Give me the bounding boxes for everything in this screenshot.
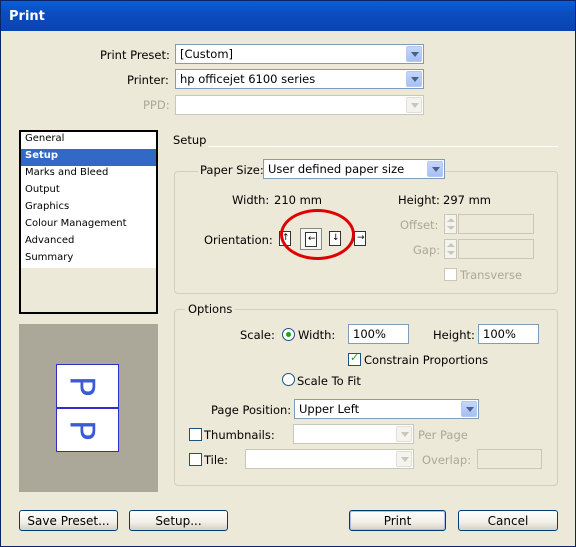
- category-marks-and-bleed[interactable]: Marks and Bleed: [21, 166, 156, 183]
- chevron-down-icon[interactable]: [461, 401, 477, 417]
- preview-letter: P: [61, 419, 102, 441]
- thumbnails-checkbox[interactable]: [189, 428, 202, 441]
- section-divider: [208, 146, 558, 147]
- reverse-landscape-orientation-icon[interactable]: →: [353, 230, 369, 248]
- tile-select[interactable]: [245, 449, 414, 469]
- setup-section-title: Setup: [173, 133, 207, 147]
- page-position-select[interactable]: Upper Left: [294, 399, 479, 419]
- offset-input[interactable]: [458, 214, 534, 234]
- page-preview: P P: [19, 324, 158, 492]
- category-general[interactable]: General: [21, 132, 156, 149]
- chevron-down-icon[interactable]: [406, 71, 422, 87]
- scale-height-label: Height:: [433, 328, 475, 342]
- overlap-input[interactable]: [477, 449, 542, 469]
- chevron-down-icon[interactable]: [406, 97, 422, 113]
- transverse-checkbox[interactable]: [444, 268, 457, 281]
- print-button[interactable]: Print: [349, 510, 446, 531]
- paper-size-label: Paper Size:: [198, 163, 266, 177]
- window-title: Print: [9, 9, 45, 24]
- options-title: Options: [185, 302, 236, 316]
- title-bar[interactable]: Print: [1, 1, 575, 31]
- preview-letter: P: [61, 375, 102, 397]
- paper-width-value: 210 mm: [274, 193, 323, 207]
- thumbnails-select[interactable]: [293, 424, 414, 444]
- offset-label: Offset:: [400, 218, 439, 232]
- overlap-label: Overlap:: [422, 453, 472, 467]
- ppd-select[interactable]: [175, 95, 424, 115]
- page-position-label: Page Position:: [211, 403, 292, 417]
- scale-to-fit-radio[interactable]: [282, 373, 295, 386]
- category-list: General Setup Marks and Bleed Output Gra…: [19, 130, 158, 314]
- tile-checkbox[interactable]: [189, 453, 202, 466]
- preview-page-2: P: [56, 408, 119, 452]
- page-position-value: Upper Left: [299, 402, 360, 416]
- print-preset-select[interactable]: [Custom]: [175, 44, 424, 64]
- transverse-label: Transverse: [460, 268, 523, 282]
- ppd-label: PPD:: [143, 98, 170, 112]
- constrain-proportions-label: Constrain Proportions: [364, 353, 489, 367]
- chevron-down-icon[interactable]: [427, 161, 443, 177]
- scale-height-input[interactable]: 100%: [478, 324, 539, 344]
- category-setup[interactable]: Setup: [21, 149, 156, 166]
- printer-select[interactable]: hp officejet 6100 series: [175, 69, 424, 89]
- printer-label: Printer:: [127, 73, 169, 87]
- category-advanced[interactable]: Advanced: [21, 234, 156, 251]
- scale-width-radio[interactable]: [282, 328, 295, 341]
- paper-width-label: Width:: [232, 193, 270, 207]
- chevron-down-icon[interactable]: [396, 451, 412, 467]
- category-colour-management[interactable]: Colour Management: [21, 217, 156, 234]
- cancel-button[interactable]: Cancel: [458, 510, 558, 531]
- constrain-proportions-checkbox[interactable]: ✓: [348, 351, 361, 366]
- tile-label: Tile:: [204, 453, 229, 467]
- chevron-down-icon[interactable]: [406, 46, 422, 62]
- chevron-down-icon[interactable]: [396, 426, 412, 442]
- category-graphics[interactable]: Graphics: [21, 200, 156, 217]
- print-preset-value: [Custom]: [180, 47, 234, 61]
- print-preset-label: Print Preset:: [100, 48, 170, 62]
- offset-spinner[interactable]: [444, 214, 457, 234]
- paper-height-label: Height:: [398, 193, 440, 207]
- paper-size-value: User defined paper size: [268, 162, 405, 176]
- save-preset-button[interactable]: Save Preset...: [19, 510, 118, 531]
- print-dialog: Print Print Preset: [Custom] Printer: hp…: [0, 0, 576, 547]
- setup-button[interactable]: Setup...: [129, 510, 228, 531]
- per-page-label: Per Page: [418, 428, 468, 442]
- gap-input[interactable]: [458, 239, 534, 259]
- scale-width-label: Width:: [298, 328, 336, 342]
- scale-label: Scale:: [240, 328, 275, 342]
- category-summary[interactable]: Summary: [21, 251, 156, 268]
- preview-page-1: P: [56, 364, 119, 408]
- paper-size-select[interactable]: User defined paper size: [263, 159, 445, 179]
- gap-spinner[interactable]: [444, 239, 457, 259]
- printer-value: hp officejet 6100 series: [180, 72, 316, 86]
- category-output[interactable]: Output: [21, 183, 156, 200]
- thumbnails-label: Thumbnails:: [204, 428, 275, 442]
- scale-to-fit-label: Scale To Fit: [297, 374, 361, 388]
- gap-label: Gap:: [413, 243, 441, 257]
- paper-height-value: 297 mm: [443, 193, 492, 207]
- orientation-label: Orientation:: [204, 233, 273, 247]
- highlight-circle: [280, 209, 355, 260]
- scale-width-input[interactable]: 100%: [348, 324, 409, 344]
